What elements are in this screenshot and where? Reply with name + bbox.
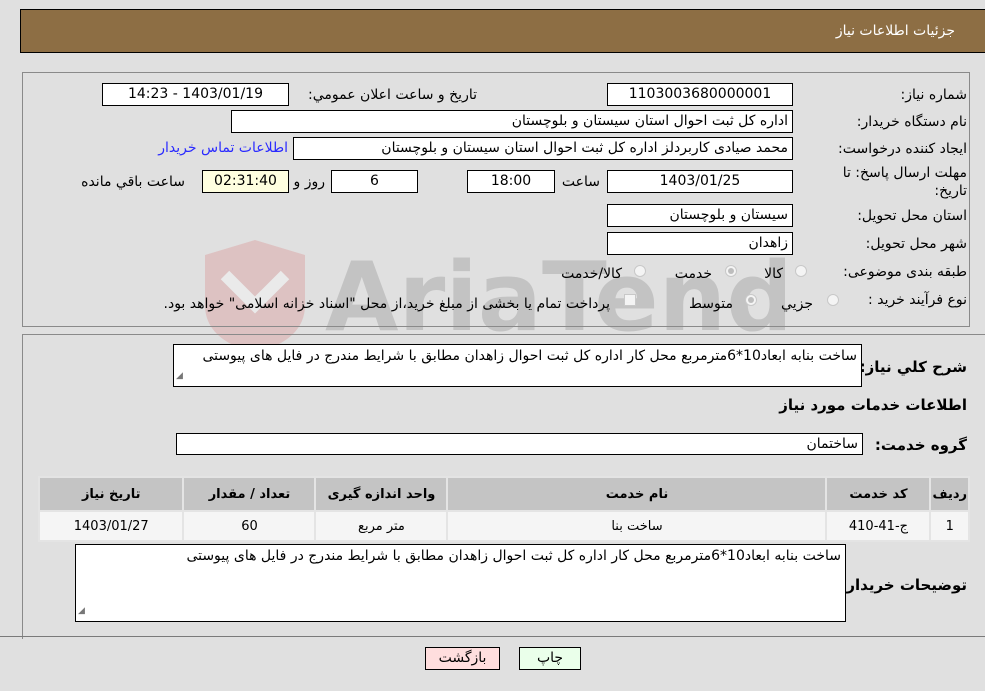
category-goods-label: کالا	[764, 266, 783, 282]
resize-grip-icon[interactable]: ◢	[176, 367, 183, 385]
creator-field: محمد صیادی کاربردلز اداره کل ثبت احوال ا…	[293, 137, 793, 160]
footer-divider	[0, 636, 985, 637]
days-label: روز و	[293, 174, 326, 190]
cell-need-date: 1403/01/27	[37, 510, 185, 542]
deadline-date-field: 1403/01/25	[607, 170, 793, 193]
buyer-org-field: اداره کل ثبت احوال استان سیستان و بلوچست…	[231, 110, 793, 133]
province-field: سیستان و بلوچستان	[607, 204, 793, 227]
back-button[interactable]: بازگشت	[425, 647, 500, 670]
city-field: زاهدان	[607, 232, 793, 255]
process-medium-label: متوسط	[689, 296, 733, 312]
need-number-field: 1103003680000001	[607, 83, 793, 106]
col-service-name: نام خدمت	[446, 476, 828, 512]
summary-text: ساخت بنابه ابعاد10*6مترمربع محل کار ادار…	[202, 348, 857, 364]
need-number-label: شماره نیاز:	[900, 87, 968, 103]
announce-label: تاریخ و ساعت اعلان عمومي:	[308, 87, 477, 103]
buyer-contact-link[interactable]: اطلاعات تماس خریدار	[158, 140, 288, 156]
buyer-notes-textarea[interactable]: ساخت بنابه ابعاد10*6مترمربع محل کار ادار…	[75, 544, 846, 622]
buyer-notes-text: ساخت بنابه ابعاد10*6مترمربع محل کار ادار…	[186, 548, 841, 564]
summary-label: شرح کلي نیاز:	[859, 358, 967, 376]
deadline-time-label: ساعت	[561, 174, 600, 190]
creator-label: ایجاد کننده درخواست:	[838, 141, 967, 157]
announce-date-field: 1403/01/19 - 14:23	[102, 83, 289, 106]
category-goods-service-label: کالا/خدمت	[561, 266, 622, 282]
cell-quantity: 60	[182, 510, 317, 542]
category-goods-service-radio[interactable]	[634, 265, 646, 277]
col-unit: واحد اندازه گیری	[314, 476, 449, 512]
deadline-label: مهلت ارسال پاسخ: تا تاریخ:	[842, 165, 967, 199]
cell-row-number: 1	[929, 510, 970, 542]
category-label: طبقه بندی موضوعی:	[843, 264, 967, 280]
city-label: شهر محل تحویل:	[865, 236, 967, 252]
services-table: ردیف کد خدمت نام خدمت واحد اندازه گیری ت…	[37, 476, 970, 542]
col-quantity: تعداد / مقدار	[182, 476, 317, 512]
col-row-number: ردیف	[929, 476, 970, 512]
remaining-time-field: 02:31:40	[202, 170, 289, 193]
deadline-time-field: 18:00	[467, 170, 555, 193]
summary-textarea[interactable]: ساخت بنابه ابعاد10*6مترمربع محل کار ادار…	[173, 344, 862, 387]
days-remaining-field: 6	[331, 170, 418, 193]
category-service-label: خدمت	[674, 266, 712, 282]
print-button[interactable]: چاپ	[519, 647, 581, 670]
page-header: جزئیات اطلاعات نیاز	[20, 9, 985, 53]
resize-grip-icon[interactable]: ◢	[78, 602, 85, 620]
buyer-org-label: نام دستگاه خریدار:	[856, 114, 967, 130]
page-title: جزئیات اطلاعات نیاز	[835, 23, 955, 39]
table-row: 1 ج-41-410 ساخت بنا متر مربع 60 1403/01/…	[37, 510, 970, 542]
table-header-row: ردیف کد خدمت نام خدمت واحد اندازه گیری ت…	[37, 476, 970, 512]
treasury-note: پرداخت تمام یا بخشی از مبلغ خرید،از محل …	[163, 296, 610, 312]
process-type-label: نوع فرآیند خرید :	[868, 292, 967, 308]
category-goods-radio[interactable]	[795, 265, 807, 277]
treasury-checkbox[interactable]	[624, 294, 636, 306]
services-section-title: اطلاعات خدمات مورد نیاز	[779, 396, 967, 414]
col-service-code: کد خدمت	[825, 476, 932, 512]
province-label: استان محل تحویل:	[857, 208, 967, 224]
remaining-time-label: ساعت باقي مانده	[81, 174, 185, 190]
service-group-label: گروه خدمت:	[874, 436, 967, 454]
cell-unit: متر مربع	[314, 510, 449, 542]
buyer-notes-label: توضیحات خریدار:	[840, 576, 967, 594]
process-medium-radio[interactable]	[745, 294, 757, 306]
col-need-date: تاریخ نیاز	[37, 476, 185, 512]
category-service-radio[interactable]	[725, 265, 737, 277]
process-minor-radio[interactable]	[827, 294, 839, 306]
service-group-field: ساختمان	[176, 433, 863, 455]
process-minor-label: جزيي	[781, 296, 813, 312]
cell-service-code: ج-41-410	[825, 510, 932, 542]
cell-service-name: ساخت بنا	[446, 510, 828, 542]
